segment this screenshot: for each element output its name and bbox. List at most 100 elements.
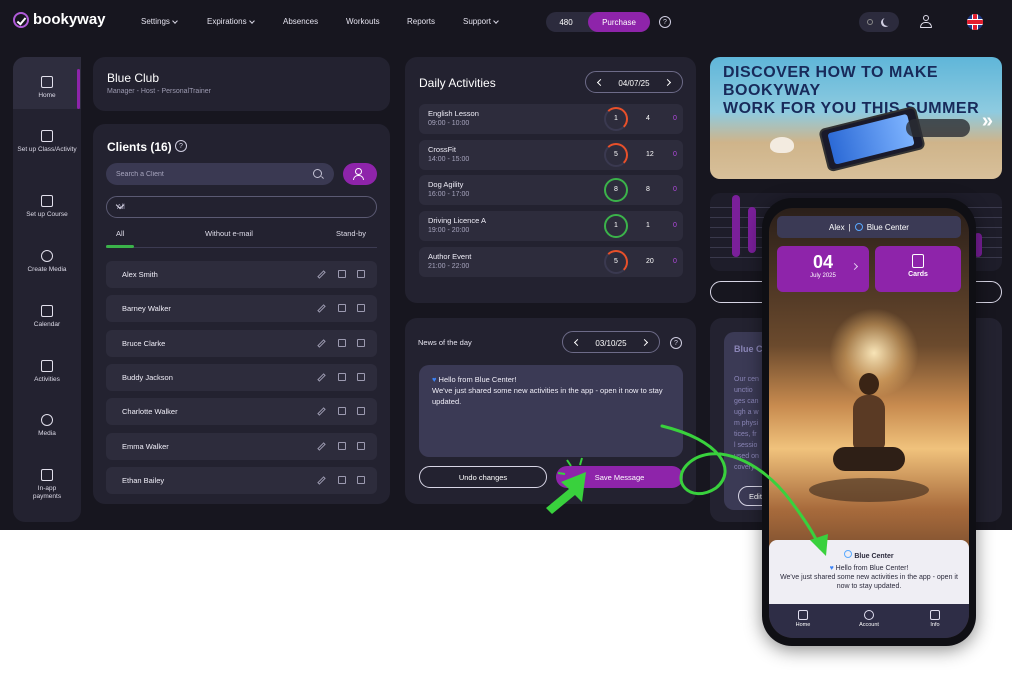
promo-banner[interactable]: Discover how to make Bookyway work for y… bbox=[710, 57, 1002, 179]
nav-settings[interactable]: Settings bbox=[141, 17, 178, 26]
news-message-editor[interactable]: ♥ Hello from Blue Center! We've just sha… bbox=[419, 365, 683, 457]
stat-bar bbox=[732, 195, 740, 257]
client-row[interactable]: Ethan Bailey bbox=[106, 466, 377, 494]
sidebar-item-activities[interactable]: Activities bbox=[13, 360, 81, 384]
tab-all[interactable]: All bbox=[116, 229, 124, 238]
uk-flag-icon[interactable] bbox=[967, 14, 983, 30]
client-row[interactable]: Alex Smith bbox=[106, 261, 377, 288]
sidebar-item-label: In-app payments bbox=[32, 485, 62, 500]
help-icon[interactable]: ? bbox=[175, 140, 187, 152]
separator: | bbox=[848, 222, 851, 232]
client-row[interactable]: Barney Walker bbox=[106, 295, 377, 323]
client-name: Barney Walker bbox=[122, 304, 171, 314]
nav-support-label: Support bbox=[463, 17, 492, 26]
phone-tab-home[interactable]: Home bbox=[783, 610, 823, 628]
document-icon bbox=[930, 610, 940, 620]
calendar-icon[interactable] bbox=[357, 441, 365, 450]
edit-icon[interactable] bbox=[317, 304, 326, 314]
nav-support[interactable]: Support bbox=[463, 17, 499, 26]
calendar-icon[interactable] bbox=[357, 270, 365, 278]
client-filter-select[interactable]: All bbox=[106, 196, 377, 218]
phone-cards-tile[interactable]: Cards bbox=[875, 246, 961, 292]
calendar-icon bbox=[41, 305, 53, 317]
sidebar-item-media[interactable]: Media bbox=[13, 414, 81, 438]
client-row[interactable]: Emma Walker bbox=[106, 432, 377, 460]
next-arrow-icon[interactable]: » bbox=[982, 110, 993, 133]
activity-row[interactable]: Author Event 21:00 - 22:00 5 20 0 bbox=[419, 246, 683, 277]
client-search-input[interactable] bbox=[116, 163, 306, 185]
tab-without-email[interactable]: Without e-mail bbox=[205, 229, 253, 238]
calendar-icon[interactable] bbox=[357, 338, 365, 347]
nav-workouts[interactable]: Workouts bbox=[346, 17, 380, 26]
grid-icon bbox=[41, 76, 53, 88]
activity-row[interactable]: CrossFit 14:00 - 15:00 5 12 0 bbox=[419, 139, 683, 170]
notification-body: We've just shared some new activities in… bbox=[780, 574, 958, 590]
search-icon[interactable] bbox=[313, 169, 322, 178]
banner-line-2: work for you this summer bbox=[723, 100, 980, 117]
push-notification[interactable]: Blue Center ♥ Hello from Blue Center! We… bbox=[769, 540, 969, 604]
client-search bbox=[106, 163, 334, 185]
card-icon[interactable] bbox=[338, 338, 346, 347]
daily-date-picker: 04/07/25 bbox=[585, 71, 683, 93]
edit-icon[interactable] bbox=[317, 476, 326, 485]
activity-row[interactable]: Driving Licence A 19:00 - 20:00 1 1 0 bbox=[419, 211, 683, 242]
brand-logo[interactable]: bookyway bbox=[13, 11, 106, 28]
nav-expirations[interactable]: Expirations bbox=[207, 17, 255, 26]
client-row[interactable]: Charlotte Walker bbox=[106, 398, 377, 426]
phone-date-tile[interactable]: 04 July 2025 bbox=[777, 246, 869, 292]
client-row[interactable]: Buddy Jackson bbox=[106, 363, 377, 391]
client-row[interactable]: Bruce Clarke bbox=[106, 329, 377, 357]
edit-icon[interactable] bbox=[317, 373, 326, 382]
booking-ring: 1 bbox=[604, 214, 628, 239]
card-icon[interactable] bbox=[338, 270, 346, 278]
sidebar-item-setup-class[interactable]: Set up Class/Activity bbox=[13, 130, 81, 154]
card-icon[interactable] bbox=[338, 304, 346, 313]
sidebar-item-calendar[interactable]: Calendar bbox=[13, 305, 81, 329]
sidebar-item-create-media[interactable]: Create Media bbox=[13, 250, 81, 274]
edit-icon[interactable] bbox=[317, 270, 326, 279]
calendar-icon[interactable] bbox=[357, 304, 365, 313]
undo-changes-button[interactable]: Undo changes bbox=[419, 466, 547, 488]
theme-toggle[interactable] bbox=[859, 12, 899, 32]
card-icon[interactable] bbox=[338, 372, 346, 381]
waiting-count: 0 bbox=[673, 186, 677, 194]
news-label: News of the day bbox=[418, 338, 472, 347]
phone-tab-account[interactable]: Account bbox=[849, 610, 889, 628]
credits-widget: 480 Purchase bbox=[546, 12, 650, 32]
yoga-person-image bbox=[829, 373, 909, 503]
help-icon[interactable]: ? bbox=[659, 16, 671, 28]
sidebar-item-home[interactable]: Home bbox=[13, 57, 81, 109]
card-icon[interactable] bbox=[338, 407, 346, 416]
card-icon[interactable] bbox=[338, 475, 346, 484]
help-icon[interactable]: ? bbox=[670, 337, 682, 349]
add-user-icon-body bbox=[353, 175, 364, 180]
chevron-down-icon bbox=[493, 17, 499, 24]
calendar-icon[interactable] bbox=[357, 475, 365, 484]
tab-stand-by[interactable]: Stand-by bbox=[336, 229, 366, 238]
sidebar-item-setup-course[interactable]: Set up Course bbox=[13, 195, 81, 219]
chevron-down-icon bbox=[248, 17, 255, 24]
calendar-icon[interactable] bbox=[357, 407, 365, 416]
activity-row[interactable]: English Lesson 09:00 - 10:00 1 4 0 bbox=[419, 104, 683, 134]
nav-absences[interactable]: Absences bbox=[283, 17, 318, 26]
booked-count: 1 bbox=[614, 115, 618, 122]
info-text-line: m physi bbox=[734, 420, 759, 427]
calendar-icon[interactable] bbox=[357, 372, 365, 381]
edit-icon[interactable] bbox=[317, 407, 326, 416]
add-client-button[interactable] bbox=[343, 163, 377, 185]
notification-content: ♥ Hello from Blue Center! We've just sha… bbox=[769, 564, 969, 591]
phone-month-year: July 2025 bbox=[777, 273, 869, 279]
save-message-button[interactable]: Save Message bbox=[556, 466, 683, 488]
edit-icon[interactable] bbox=[317, 338, 326, 348]
booking-ring: 1 bbox=[604, 107, 628, 131]
capacity-count: 8 bbox=[646, 186, 650, 194]
nav-reports[interactable]: Reports bbox=[407, 17, 435, 26]
card-icon[interactable] bbox=[338, 441, 346, 450]
sidebar-item-payments[interactable]: In-app payments bbox=[13, 469, 81, 501]
notification-title: Blue Center bbox=[854, 553, 894, 560]
phone-mockup: Alex | Blue Center 04 July 2025 Cards Bl… bbox=[762, 198, 976, 646]
purchase-button[interactable]: Purchase bbox=[588, 12, 650, 32]
edit-icon[interactable] bbox=[317, 441, 326, 451]
phone-tab-info[interactable]: Info bbox=[915, 610, 955, 628]
activity-row[interactable]: Dog Agility 16:00 - 17:00 8 8 0 bbox=[419, 175, 683, 206]
